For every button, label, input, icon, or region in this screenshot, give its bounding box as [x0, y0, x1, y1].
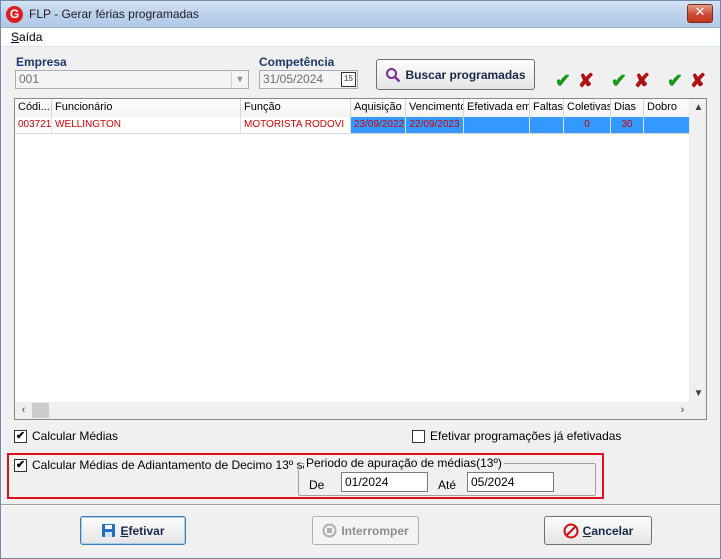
cancelar-label: Cancelar [583, 524, 634, 538]
efetivar-button[interactable]: Efetivar [80, 516, 186, 545]
col-coletivas[interactable]: Coletivas [564, 99, 611, 117]
scroll-thumb[interactable] [32, 403, 49, 418]
window-title: FLP - Gerar férias programadas [29, 7, 199, 21]
menu-bar: Saída [1, 28, 720, 47]
cell-vencimento: 22/09/2023 [406, 117, 464, 133]
cell-funcao: MOTORISTA RODOVI [241, 117, 351, 133]
empresa-label: Empresa [16, 55, 67, 69]
ate-input[interactable]: 05/2024 [467, 472, 554, 492]
efetivar-label: Efetivar [120, 524, 164, 538]
col-efetivada[interactable]: Efetivada em [464, 99, 530, 117]
calcular-medias-checkbox[interactable]: ✔ [14, 430, 27, 443]
col-funcionario[interactable]: Funcionário [52, 99, 241, 117]
menu-saida-accel: S [11, 30, 20, 44]
col-vencimento[interactable]: Vencimento [406, 99, 464, 117]
cell-codigo: 003721 [15, 117, 52, 133]
ate-label: Até [438, 478, 457, 492]
scroll-corner [689, 402, 706, 419]
buscar-programadas-button[interactable]: Buscar programadas [376, 59, 535, 90]
col-funcao[interactable]: Função [241, 99, 351, 117]
menu-saida[interactable]: Saída [11, 30, 42, 44]
uncheck-all-2-icon[interactable]: ✘ [634, 72, 650, 91]
competencia-value: 31/05/2024 [263, 72, 324, 86]
interromper-button[interactable]: Interromper [312, 516, 419, 545]
grid-header: Códi... Funcionário Função Aquisição Ven… [15, 99, 691, 117]
cell-dobro [644, 117, 691, 133]
interromper-label: Interromper [341, 523, 409, 538]
cancelar-accel: C [582, 523, 592, 538]
col-dias[interactable]: Dias [611, 99, 644, 117]
cell-dias: 30 [611, 117, 644, 133]
scroll-up-icon[interactable]: ▲ [690, 99, 707, 116]
uncheck-all-1-icon[interactable]: ✘ [578, 72, 594, 91]
cell-faltas [530, 117, 564, 133]
check-all-1-icon[interactable]: ✔ [555, 72, 571, 91]
app-logo-icon: G [6, 6, 23, 23]
cell-efetivada [464, 117, 530, 133]
menu-saida-label: aída [19, 30, 43, 44]
cancelar-button[interactable]: Cancelar [544, 516, 652, 545]
cancelar-rest: ancelar [591, 523, 634, 538]
col-aquisicao[interactable]: Aquisição [351, 99, 406, 117]
col-codigo[interactable]: Códi... [15, 99, 52, 117]
competencia-date-field[interactable]: 31/05/2024 15 [259, 70, 358, 89]
save-icon [102, 524, 116, 537]
empresa-value: 001 [19, 72, 40, 86]
competencia-label: Competência [259, 55, 335, 69]
cell-aquisicao: 23/09/2022 [351, 117, 406, 133]
horizontal-scrollbar[interactable]: ‹ › [15, 402, 691, 419]
de-input[interactable]: 01/2024 [341, 472, 428, 492]
ferias-grid[interactable]: Códi... Funcionário Função Aquisição Ven… [14, 98, 707, 420]
main-window: G FLP - Gerar férias programadas ✕ Saída… [0, 0, 721, 559]
uncheck-all-3-icon[interactable]: ✘ [690, 72, 706, 91]
efetivar-ja-label: Efetivar programações já efetivadas [430, 429, 622, 443]
de-label: De [309, 478, 325, 492]
buscar-label: Buscar programadas [405, 67, 526, 82]
cell-coletivas: 0 [564, 117, 611, 133]
separator [1, 504, 720, 506]
check-all-3-icon[interactable]: ✔ [667, 72, 683, 91]
search-icon [386, 67, 401, 82]
vertical-scrollbar[interactable]: ▲ ▼ [689, 99, 706, 402]
calcular-medias-label: Calcular Médias [32, 429, 119, 443]
calcular-13-checkbox[interactable]: ✔ [14, 459, 27, 472]
calendar-icon[interactable]: 15 [341, 72, 356, 87]
check-all-2-icon[interactable]: ✔ [611, 72, 627, 91]
calcular-13-label: Calcular Médias de Adiantamento de Decim… [32, 458, 332, 472]
chevron-down-icon[interactable]: ▼ [231, 71, 248, 88]
table-row[interactable]: 003721 WELLINGTON MOTORISTA RODOVI 23/09… [15, 117, 691, 134]
scroll-down-icon[interactable]: ▼ [690, 385, 707, 402]
empresa-combo[interactable]: 001 ▼ [15, 70, 249, 89]
cell-funcionario: WELLINGTON [52, 117, 241, 133]
scroll-left-icon[interactable]: ‹ [15, 402, 32, 419]
periodo-title: Periodo de apuração de médias(13º) [304, 456, 504, 470]
col-faltas[interactable]: Faltas [530, 99, 564, 117]
title-bar: G FLP - Gerar férias programadas ✕ [1, 1, 720, 28]
efetivar-ja-checkbox[interactable] [412, 430, 425, 443]
stop-icon [322, 523, 337, 538]
cancel-icon [563, 523, 579, 538]
col-dobro[interactable]: Dobro [644, 99, 691, 117]
close-button[interactable]: ✕ [687, 4, 713, 23]
efetivar-rest: fetivar [128, 523, 165, 538]
